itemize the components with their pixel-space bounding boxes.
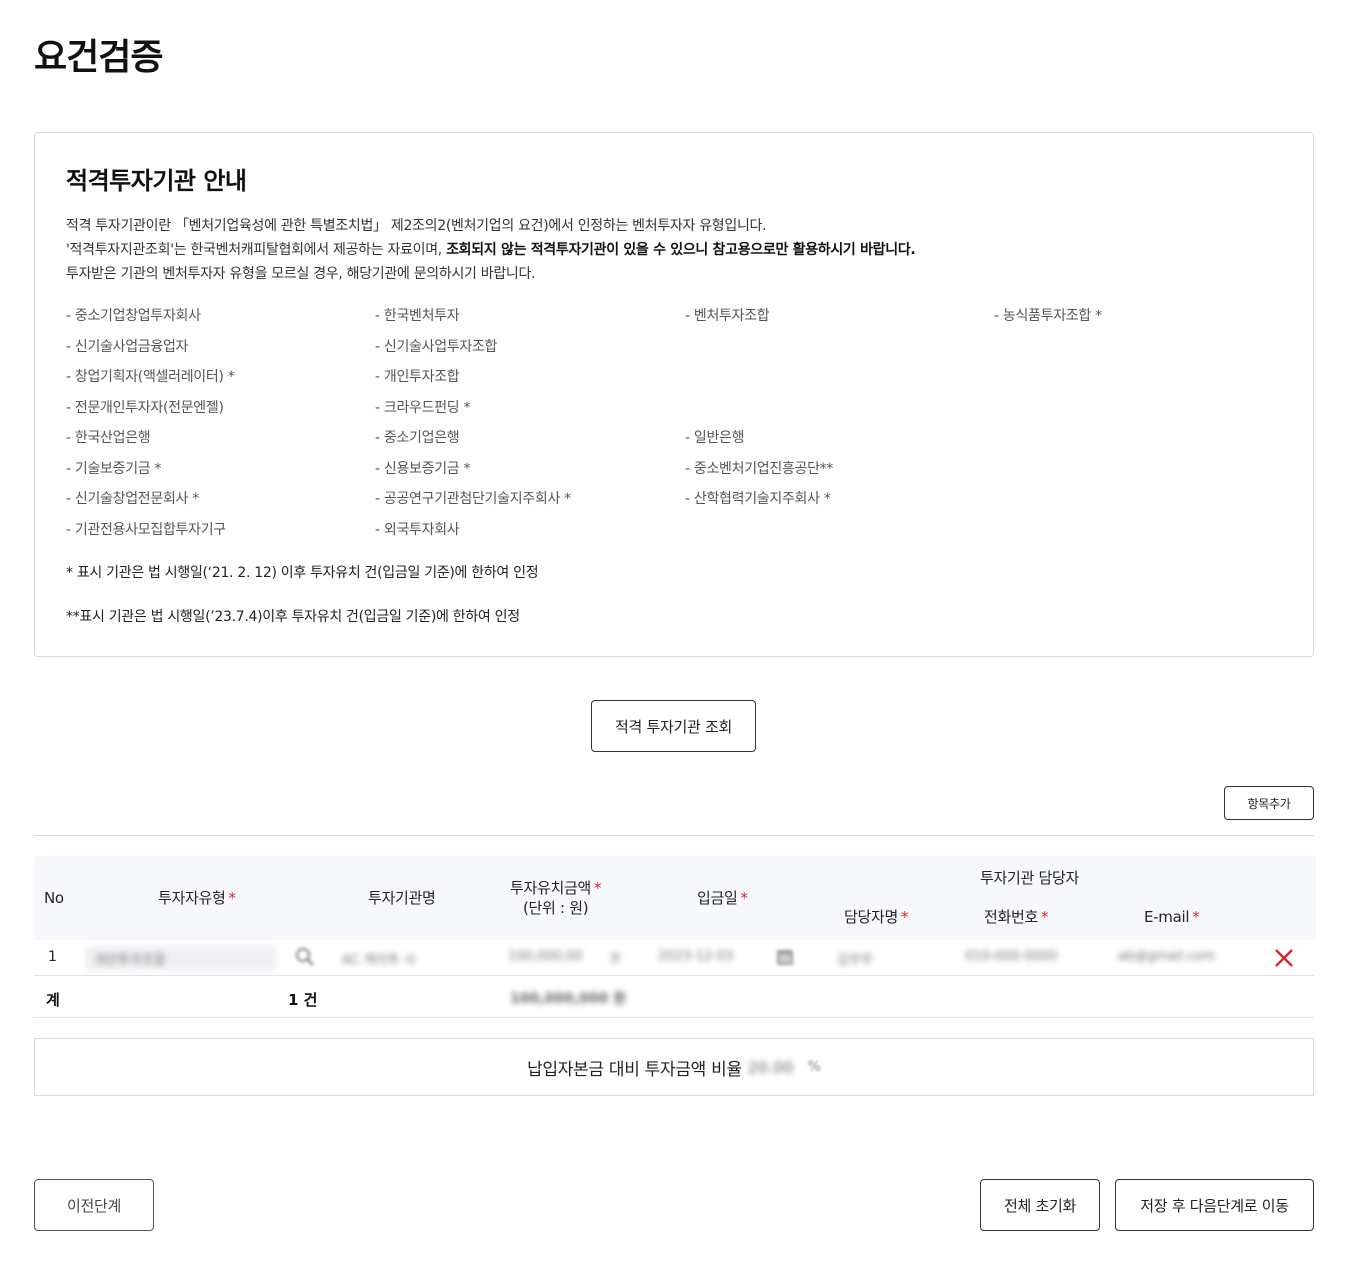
- header-email-label: E-mail: [1144, 908, 1190, 926]
- investor-type-row: - 신기술창업전문회사 * - 공공연구기관첨단기술지주회사 * - 산학협력기술지…: [66, 488, 1306, 519]
- header-amount: 투자유치금액 * (단위 : 원): [510, 878, 602, 918]
- investor-type-row: - 중소기업창업투자회사 - 한국벤처투자 - 벤처투자조합 - 농식품투자조합 *: [66, 305, 1306, 336]
- reset-all-button[interactable]: 전체 초기화: [980, 1179, 1100, 1231]
- investor-type-item: - 크라우드펀딩 *: [375, 399, 471, 416]
- header-investor-type-label: 투자자유형: [158, 889, 226, 907]
- header-deposit-date: 입금일 *: [697, 888, 748, 908]
- investor-type-row: - 신기술사업금융업자 - 신기술사업투자조합: [66, 336, 1306, 367]
- guide-description-1: 적격 투자기관이란 「벤처기업육성에 관한 특별조치법」 제2조의2(벤처기업의…: [66, 218, 767, 234]
- amount-unit-suffix: 원: [610, 951, 622, 965]
- required-mark: *: [228, 889, 237, 907]
- investor-type-item: - 창업기획자(액셀러레이터) *: [66, 369, 235, 385]
- footnote-double-star: **표시 기관은 법 시행일(’23.7.4)이후 투자유치 건(입금일 기준)…: [66, 609, 520, 625]
- investor-type-list: - 중소기업창업투자회사 - 한국벤처투자 - 벤처투자조합 - 농식품투자조합 * -…: [66, 305, 1306, 549]
- ratio-value: 20.00: [747, 1057, 794, 1077]
- header-deposit-date-label: 입금일: [697, 889, 738, 907]
- header-manager-name-label: 담당자명: [844, 908, 899, 926]
- header-phone-label: 전화번호: [984, 908, 1039, 926]
- investor-type-item: - 일반은행: [685, 430, 745, 446]
- guide-description-3: 투자받은 기관의 벤처투자자 유형을 모르실 경우, 해당기관에 문의하시기 바…: [66, 266, 536, 282]
- investor-type-item: - 중소기업은행: [375, 430, 460, 446]
- ratio-unit: %: [807, 1059, 821, 1075]
- calendar-icon[interactable]: [774, 946, 796, 968]
- summary-label: 계: [46, 991, 60, 1009]
- investment-ratio-box: 납입자본금 대비 투자금액 비율 20.00 %: [34, 1038, 1314, 1096]
- institution-name-field[interactable]: AC 케이투 사: [334, 946, 474, 970]
- summary-row: 계 1 건 100,000,000 원: [34, 977, 1314, 1018]
- table-header: No 투자자유형 * 투자기관명 투자유치금액 * (단위 : 원) 입금일 * 투자…: [34, 856, 1316, 940]
- header-amount-unit: (단위 : 원): [522, 899, 589, 917]
- investor-type-item: - 한국벤처투자: [375, 308, 460, 324]
- investor-type-item: - 전문개인투자자(전문엔젤): [66, 399, 224, 416]
- required-mark: *: [740, 889, 749, 907]
- investor-type-item: - 중소벤처기업진흥공단**: [685, 460, 834, 477]
- save-and-next-button[interactable]: 저장 후 다음단계로 이동: [1115, 1179, 1314, 1231]
- header-institution: 투자기관명: [368, 889, 436, 907]
- qualified-investor-lookup-button[interactable]: 적격 투자기관 조회: [591, 700, 756, 752]
- phone-field[interactable]: 010-000-0000: [959, 946, 1079, 970]
- header-email: E-mail *: [1144, 907, 1200, 927]
- investor-type-item: - 벤처투자조합: [685, 308, 770, 324]
- section-divider: [34, 835, 1314, 836]
- add-item-button[interactable]: 항목추가: [1224, 786, 1314, 820]
- header-investor-type: 투자자유형 *: [158, 888, 236, 908]
- investor-type-field[interactable]: 개인투자조합: [86, 946, 276, 970]
- header-manager-group: 투자기관 담당자: [980, 869, 1079, 887]
- footnote-single-star: * 표시 기관은 법 시행일(‘21. 2. 12) 이후 투자유치 건(입금일…: [66, 565, 539, 581]
- investor-type-item: - 기관전용사모집합투자기구: [66, 521, 226, 538]
- summary-count: 1 건: [288, 991, 318, 1009]
- investor-type-item: - 기술보증기금 *: [66, 460, 162, 477]
- investor-type-item: - 신기술창업전문회사 *: [66, 491, 199, 507]
- investor-type-row: - 창업기획자(액셀러레이터) * - 개인투자조합: [66, 366, 1306, 397]
- investor-type-item: - 농식품투자조합 *: [994, 308, 1102, 324]
- guide-description-2: '적격투자지관조회'는 한국벤처캐피탈협회에서 제공하는 자료이며, 조회되지 …: [66, 239, 916, 259]
- required-mark: *: [1041, 908, 1049, 926]
- investor-type-item: - 외국투자회사: [375, 521, 460, 538]
- header-amount-label: 투자유치금액: [510, 879, 592, 897]
- investment-amount-field[interactable]: 100,000,00: [502, 946, 612, 970]
- guide-description-2-bold: 조회되지 않는 적격투자기관이 있을 수 있으니 참고용으로만 활용하시기 바랍…: [446, 242, 916, 258]
- deposit-date-field[interactable]: 2023-12-03: [652, 946, 762, 970]
- investor-type-item: - 공공연구기관첨단기술지주회사 *: [375, 491, 571, 507]
- summary-amount: 100,000,000 원: [510, 991, 627, 1007]
- email-field[interactable]: ab@gmail.com: [1112, 946, 1242, 970]
- investor-type-item: - 신용보증기금 *: [375, 460, 471, 477]
- delete-row-icon[interactable]: [1270, 944, 1298, 972]
- investor-type-row: - 기술보증기금 * - 신용보증기금 * - 중소벤처기업진흥공단**: [66, 458, 1306, 489]
- required-mark: *: [1192, 908, 1200, 926]
- search-icon[interactable]: [294, 946, 316, 968]
- qualified-investor-guide: 적격투자기관 안내 적격 투자기관이란 「벤처기업육성에 관한 특별조치법」 제…: [34, 132, 1314, 657]
- investor-type-row: - 기관전용사모집합투자기구 - 외국투자회사: [66, 519, 1306, 550]
- investor-type-row: - 전문개인투자자(전문엔젤) - 크라우드펀딩 *: [66, 397, 1306, 428]
- manager-name-field[interactable]: 김무무: [829, 946, 929, 970]
- investor-type-item: - 중소기업창업투자회사: [66, 308, 201, 324]
- investor-type-item: - 산학협력기술지주회사 *: [685, 491, 831, 507]
- guide-title: 적격투자기관 안내: [66, 167, 247, 195]
- investor-type-item: - 개인투자조합: [375, 369, 460, 385]
- header-manager-name: 담당자명 *: [844, 907, 909, 927]
- table-row: 1 개인투자조합 AC 케이투 사 100,000,00 원 2023-12-0…: [34, 940, 1314, 976]
- investor-type-item: - 한국산업은행: [66, 430, 151, 446]
- required-mark: *: [594, 879, 602, 897]
- ratio-label: 납입자본금 대비 투자금액 비율: [527, 1059, 742, 1080]
- previous-step-button[interactable]: 이전단계: [34, 1179, 154, 1231]
- investor-type-row: - 한국산업은행 - 중소기업은행 - 일반은행: [66, 427, 1306, 458]
- investor-type-item: - 신기술사업투자조합: [375, 338, 498, 355]
- page-title: 요건검증: [34, 37, 163, 78]
- investor-type-item: - 신기술사업금융업자: [66, 338, 189, 355]
- header-no: No: [44, 889, 64, 907]
- header-phone: 전화번호 *: [984, 907, 1049, 927]
- row-no: 1: [48, 949, 57, 965]
- required-mark: *: [901, 908, 909, 926]
- guide-description-2-normal: '적격투자지관조회'는 한국벤처캐피탈협회에서 제공하는 자료이며,: [66, 242, 447, 258]
